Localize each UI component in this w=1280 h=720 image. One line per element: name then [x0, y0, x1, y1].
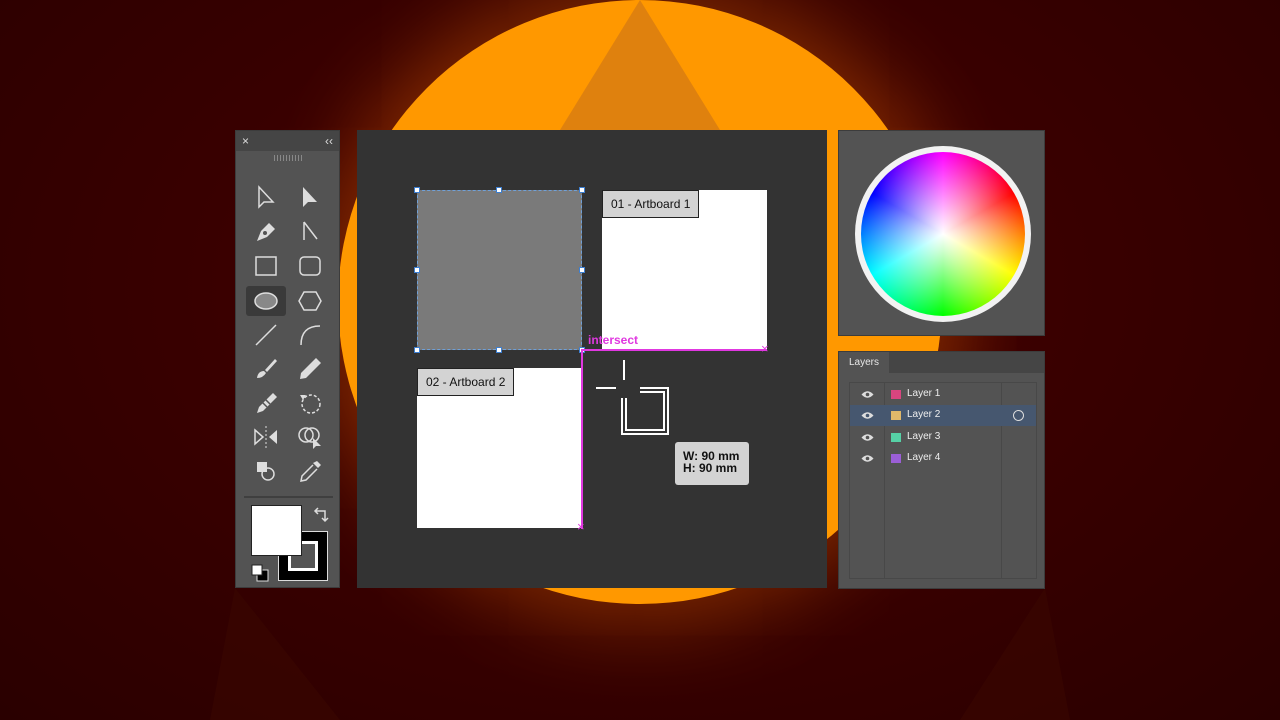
live-paint-bucket-tool-icon: [257, 462, 275, 481]
rotate-tool-button[interactable]: [290, 388, 330, 418]
rounded-rectangle-tool-icon: [299, 256, 321, 276]
collapse-icon[interactable]: ‹‹: [325, 134, 333, 148]
layer-name: Layer 1: [907, 388, 941, 399]
guide-end-marker: ×: [761, 341, 769, 356]
fill-swatch[interactable]: [251, 505, 302, 556]
layer-row[interactable]: Layer 3: [850, 427, 1036, 448]
layer-row[interactable]: Layer 4: [850, 448, 1036, 469]
pen-tool-icon: [257, 223, 275, 241]
rotate-tool-icon: [300, 394, 321, 414]
line-segment-tool-icon: [255, 324, 277, 346]
layer-row-selected[interactable]: Layer 2: [850, 405, 1036, 426]
tools-panel-header[interactable]: × ‹‹: [236, 131, 339, 151]
rectangle-tool-icon: [255, 256, 277, 276]
guide-end-marker: ×: [577, 519, 585, 534]
anchor-point-tool-button[interactable]: [290, 217, 330, 247]
polygon-tool-icon: [298, 291, 322, 311]
artboard-1-label[interactable]: 01 - Artboard 1: [602, 190, 700, 218]
ellipse-tool-icon: [254, 292, 278, 310]
swap-fill-stroke-icon[interactable]: [312, 507, 330, 525]
selection-handle[interactable]: [579, 267, 585, 273]
selection-tool-button[interactable]: [246, 183, 286, 213]
tools-separator: [244, 496, 333, 498]
eye-icon[interactable]: [861, 454, 874, 463]
anchor-point-tool-icon: [303, 221, 318, 240]
shape-builder-tool-icon: [298, 427, 321, 449]
smart-guide-label: intersect: [588, 333, 639, 347]
layer-color-swatch: [891, 454, 901, 463]
eye-icon[interactable]: [861, 411, 874, 420]
selection-handle[interactable]: [496, 347, 502, 353]
layer-color-swatch: [891, 390, 901, 399]
arc-tool-button[interactable]: [290, 320, 330, 350]
selection-handle[interactable]: [579, 187, 585, 193]
color-wheel[interactable]: [861, 152, 1025, 316]
smart-guide-horizontal: [582, 349, 767, 351]
color-wheel-ring: [855, 146, 1031, 322]
layer-name: Layer 3: [907, 431, 941, 442]
layers-panel: Layers Layer 1 Layer 2 Layer 3 Layer 4: [838, 351, 1045, 589]
color-panel: [838, 130, 1045, 336]
direct-selection-tool-icon: [303, 187, 317, 207]
canvas[interactable]: 01 - Artboard 1 02 - Artboard 2 intersec…: [357, 130, 827, 588]
rectangle-tool-button[interactable]: [246, 251, 286, 281]
blob-brush-tool-icon: [257, 393, 277, 413]
polygon-tool-button[interactable]: [290, 286, 330, 316]
panel-grip[interactable]: [274, 155, 302, 161]
selection-handle[interactable]: [414, 187, 420, 193]
artboard-2-label[interactable]: 02 - Artboard 2: [417, 368, 515, 396]
reflect-tool-button[interactable]: [246, 422, 286, 452]
eyedropper-tool-icon: [300, 461, 321, 482]
layer-color-swatch: [891, 411, 901, 420]
close-icon[interactable]: ×: [242, 134, 249, 148]
selection-handle[interactable]: [414, 347, 420, 353]
target-circle-icon[interactable]: [1013, 410, 1024, 421]
eye-icon[interactable]: [861, 433, 874, 442]
paintbrush-tool-button[interactable]: [246, 354, 286, 384]
layers-tab[interactable]: Layers: [839, 352, 890, 373]
layers-panel-header: Layers: [839, 352, 1044, 373]
layer-row[interactable]: Layer 1: [850, 384, 1036, 405]
pen-tool-button[interactable]: [246, 217, 286, 247]
live-paint-bucket-tool-button[interactable]: [246, 456, 286, 486]
crosshair-cursor-icon: [596, 360, 669, 435]
rounded-rectangle-tool-button[interactable]: [290, 251, 330, 281]
layer-name: Layer 2: [907, 409, 941, 420]
tools-panel: × ‹‹: [235, 130, 340, 588]
selection-handle[interactable]: [414, 267, 420, 273]
default-fill-stroke-icon[interactable]: [250, 563, 270, 583]
layer-color-swatch: [891, 433, 901, 442]
direct-selection-tool-button[interactable]: [290, 183, 330, 213]
selection-handle[interactable]: [496, 187, 502, 193]
height-readout: H: 90 mm: [683, 461, 738, 475]
layers-list: Layer 1 Layer 2 Layer 3 Layer 4: [849, 382, 1037, 579]
selected-gray-square[interactable]: [417, 190, 582, 350]
layer-name: Layer 4: [907, 452, 941, 463]
dimension-tooltip: W: 90 mm H: 90 mm: [675, 442, 749, 485]
ellipse-tool-button[interactable]: [246, 286, 286, 316]
smart-guide-vertical: [581, 349, 583, 529]
selection-tool-icon: [258, 185, 275, 209]
paintbrush-tool-icon: [257, 359, 277, 378]
line-segment-tool-button[interactable]: [246, 320, 286, 350]
shape-builder-tool-button[interactable]: [290, 422, 330, 452]
arc-tool-icon: [300, 325, 321, 346]
eyedropper-tool-button[interactable]: [290, 456, 330, 486]
reflect-tool-icon: [254, 426, 277, 448]
pencil-tool-button[interactable]: [290, 354, 330, 384]
pencil-tool-icon: [300, 358, 321, 379]
eye-icon[interactable]: [861, 390, 874, 399]
blob-brush-tool-button[interactable]: [246, 388, 286, 418]
